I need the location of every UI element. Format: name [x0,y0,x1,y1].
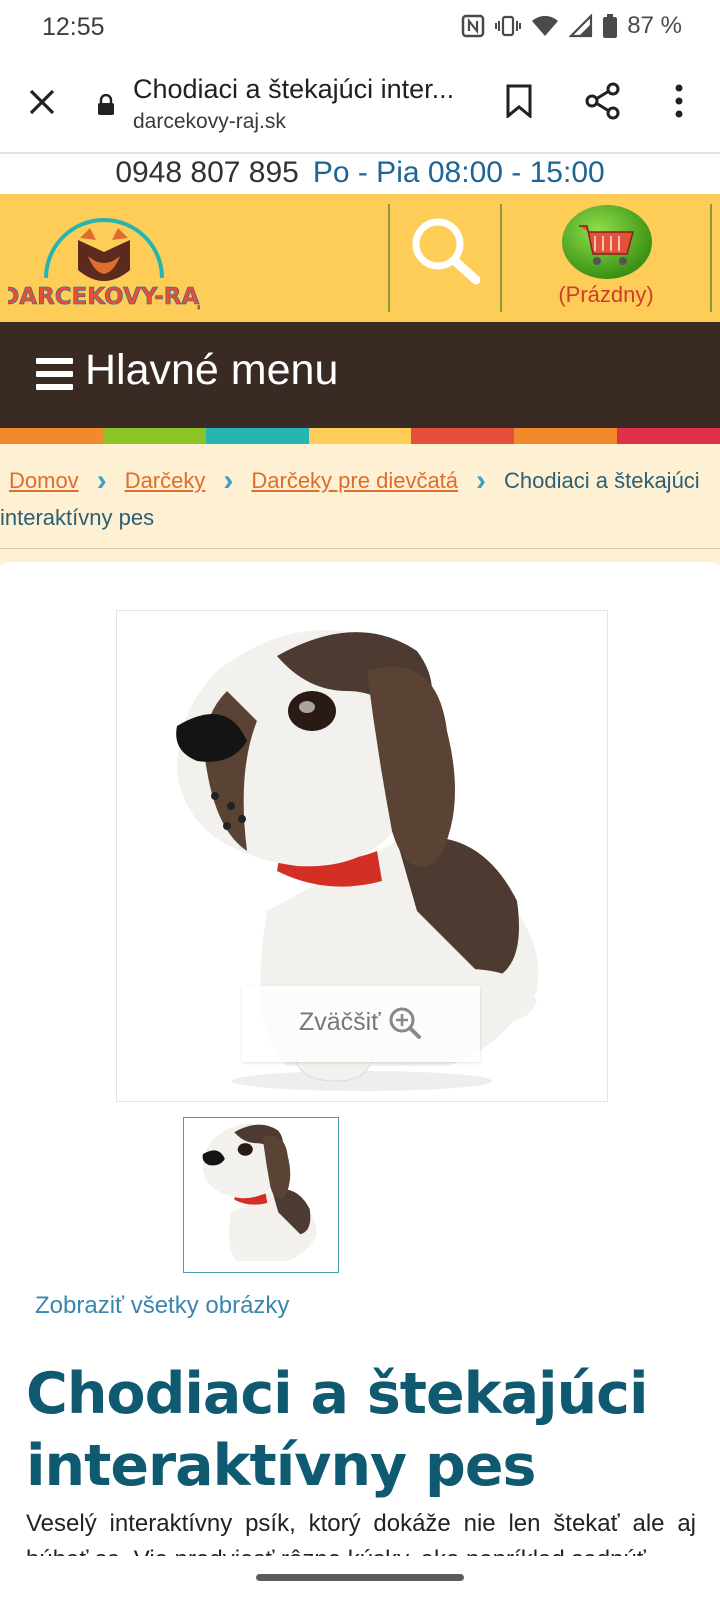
lock-icon [98,94,114,115]
close-icon[interactable] [28,88,56,116]
dog-thumbnail-image [202,1124,317,1261]
vibrate-icon [495,15,522,37]
breadcrumb-home[interactable]: Domov [9,468,79,493]
zoom-in-icon [389,1007,421,1039]
page-title[interactable]: Chodiaci a štekajúci inter... [133,74,454,105]
show-all-images-link[interactable]: Zobraziť všetky obrázky [35,1292,289,1320]
gesture-handle[interactable] [256,1574,464,1581]
breadcrumb-current-cont: interaktívny pes [0,505,155,530]
site-header: DARCEKOVY-RAJ (Prázdny) [0,194,720,322]
site-logo[interactable]: DARCEKOVY-RAJ [8,200,200,314]
signal-icon [569,14,593,38]
product-title: Chodiaci a štekajúci interaktívny pes [26,1361,649,1499]
wifi-icon [532,15,559,36]
breadcrumb-current: Chodiaci a štekajúci [504,468,700,493]
logo-text: DARCEKOVY-RAJ [8,284,200,310]
zoom-button[interactable]: Zväčšiť [242,986,480,1062]
search-icon[interactable] [410,216,482,288]
breadcrumb: Domov › Darčeky › Darčeky pre dievčatá › Chodi… [0,444,720,549]
chevron-right-icon: › [476,464,487,497]
clock: 12:55 [42,13,105,41]
zoom-label: Zväčšiť [299,1008,381,1036]
share-icon[interactable] [585,82,621,120]
nfc-icon [462,14,485,38]
more-options-icon[interactable] [675,84,683,118]
hamburger-icon [36,358,73,390]
product-thumbnail[interactable] [183,1117,339,1273]
cart-icon[interactable] [561,204,653,282]
page-url[interactable]: darcekovy-raj.sk [133,110,286,134]
status-bar: 12:55 87 % [0,0,720,56]
bookmark-icon[interactable] [505,84,533,118]
main-menu-button[interactable]: Hlavné menu [0,322,720,428]
status-icons: 87 % [461,12,682,40]
breadcrumb-gifts-for-girls[interactable]: Darčeky pre dievčatá [251,468,458,493]
battery-percent: 87 % [627,12,682,39]
color-stripes [0,428,720,444]
main-menu-label: Hlavné menu [85,346,339,394]
opening-hours: Po - Pia 08:00 - 15:00 [312,156,605,189]
cart-status[interactable]: (Prázdny) [548,282,664,308]
chevron-right-icon: › [223,464,234,497]
breadcrumb-gifts[interactable]: Darčeky [125,468,206,493]
battery-icon [603,14,618,38]
browser-toolbar: Chodiaci a štekajúci inter... darcekovy-… [0,56,720,154]
chevron-right-icon: › [96,464,107,497]
phone-number[interactable]: 0948 807 895 [115,156,299,189]
contact-line: 0948 807 895 Po - Pia 08:00 - 15:00 [0,152,720,194]
navigation-bar [0,1556,720,1600]
